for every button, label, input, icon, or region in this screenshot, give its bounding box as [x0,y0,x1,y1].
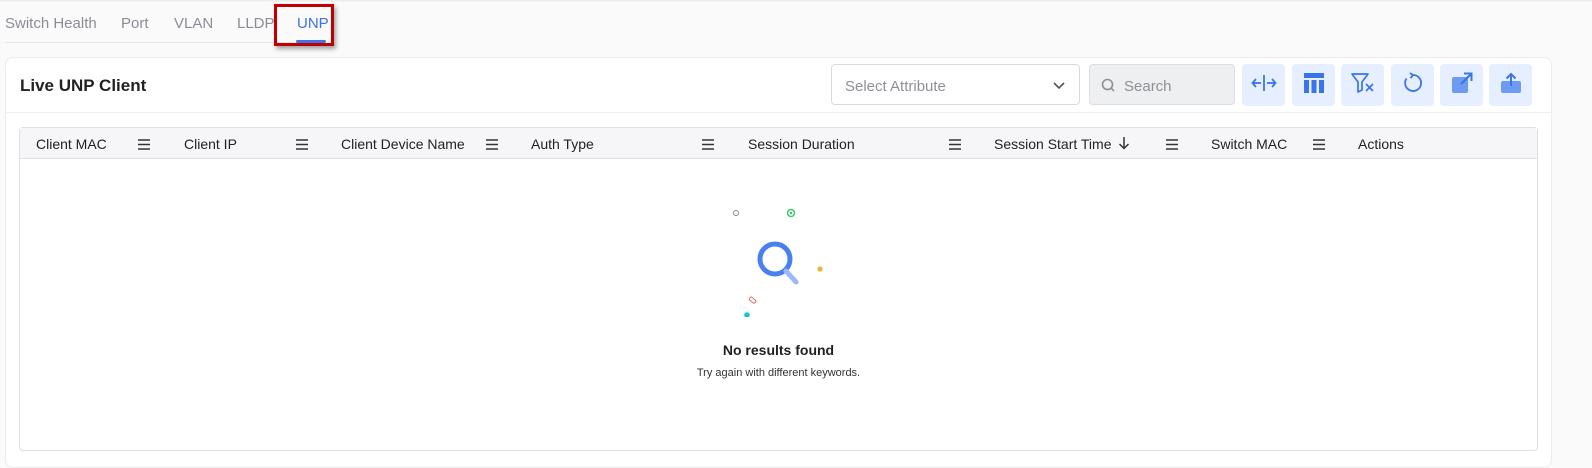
open-external-icon [1451,72,1473,99]
column-menu-icon[interactable] [296,137,308,155]
empty-state: No results found Try again with differen… [20,159,1537,449]
tab-switch-health[interactable]: Switch Health [5,15,97,32]
column-header-actions: Actions [1358,136,1404,152]
search-input[interactable] [1122,74,1231,98]
table-header: Client MAC Client IP Client Device Name … [20,128,1537,159]
column-menu-icon[interactable] [702,137,714,155]
clear-filter-icon [1350,72,1375,99]
client-table: Client MAC Client IP Client Device Name … [19,127,1538,451]
tab-vlan[interactable]: VLAN [174,15,213,32]
search-box[interactable] [1089,64,1235,105]
column-header-session-duration[interactable]: Session Duration [748,136,855,152]
column-header-client-ip[interactable]: Client IP [184,136,237,152]
resize-columns-icon [1250,73,1277,98]
export-icon [1500,72,1522,99]
tab-bar-divider [5,42,300,43]
no-results-illustration-icon [720,197,840,322]
search-icon [1101,78,1117,99]
column-layout-icon [1303,72,1325,99]
column-menu-icon[interactable] [1313,137,1325,155]
card-title: Live UNP Client [20,76,147,95]
refresh-icon [1402,71,1424,99]
tab-lldp[interactable]: LLDP [237,15,275,32]
refresh-button[interactable] [1391,64,1434,106]
clear-filter-button[interactable] [1341,64,1384,106]
column-menu-icon[interactable] [949,137,961,155]
column-header-client-device-name[interactable]: Client Device Name [341,136,465,152]
tab-bar: Switch Health Port VLAN LLDP UNP [0,0,329,44]
tab-port[interactable]: Port [121,15,149,32]
select-attribute-dropdown[interactable]: Select Attribute [831,64,1080,105]
annotation-highlight-box [274,4,334,46]
empty-state-title: No results found [722,342,835,358]
column-menu-icon[interactable] [138,137,150,155]
column-menu-icon[interactable] [486,137,498,155]
column-header-switch-mac[interactable]: Switch MAC [1211,136,1287,152]
export-button[interactable] [1489,64,1532,106]
column-header-auth-type[interactable]: Auth Type [531,136,594,152]
chevron-down-icon [1052,78,1066,97]
empty-state-subtitle: Try again with different keywords. [696,367,861,379]
open-external-button[interactable] [1440,64,1483,106]
select-attribute-placeholder: Select Attribute [845,78,946,95]
card-header-divider [6,112,1551,113]
column-header-client-mac[interactable]: Client MAC [36,136,107,152]
column-layout-button[interactable] [1292,64,1335,106]
sort-descending-icon[interactable] [1118,136,1130,155]
live-unp-client-card: Live UNP Client Select Attribute Search … [5,57,1552,468]
column-header-session-start-time[interactable]: Session Start Time [994,136,1112,152]
column-menu-icon[interactable] [1166,137,1178,155]
resize-columns-button[interactable] [1242,64,1285,106]
